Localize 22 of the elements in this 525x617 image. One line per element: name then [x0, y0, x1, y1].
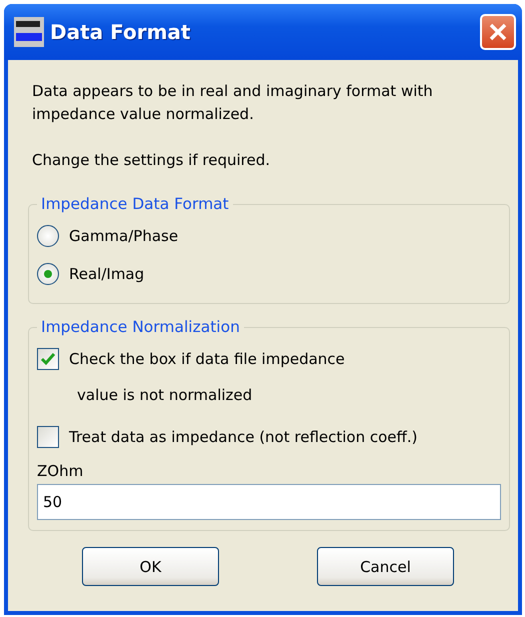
close-icon — [488, 22, 508, 42]
ok-button[interactable]: OK — [82, 547, 219, 586]
checkmark-icon — [40, 351, 56, 367]
zohm-field[interactable]: 50 — [37, 484, 501, 520]
group-title: Impedance Data Format — [40, 195, 230, 213]
checkbox[interactable] — [37, 426, 59, 448]
close-button[interactable] — [480, 14, 516, 50]
group-title: Impedance Normalization — [40, 318, 241, 336]
checkbox[interactable] — [37, 348, 59, 370]
radio-button[interactable] — [37, 263, 59, 285]
radio-button[interactable] — [37, 225, 59, 247]
radio-label: Gamma/Phase — [69, 227, 178, 245]
window-title: Data Format — [50, 20, 192, 44]
checkbox-note: value is not normalized — [77, 386, 254, 404]
checkbox-label: Check the box if data file impedance — [69, 350, 345, 368]
field-label: ZOhm — [37, 462, 84, 480]
radio-label: Real/Imag — [69, 265, 144, 283]
checkbox-label: Treat data as impedance (not reflection coeff.) — [69, 428, 418, 446]
message-text: Change the settings if required. — [32, 150, 272, 171]
app-logo-icon — [14, 17, 44, 47]
cancel-button[interactable]: Cancel — [317, 547, 454, 586]
message-text: Data appears to be in real and imaginary format with impedance value normalized. — [32, 81, 434, 125]
